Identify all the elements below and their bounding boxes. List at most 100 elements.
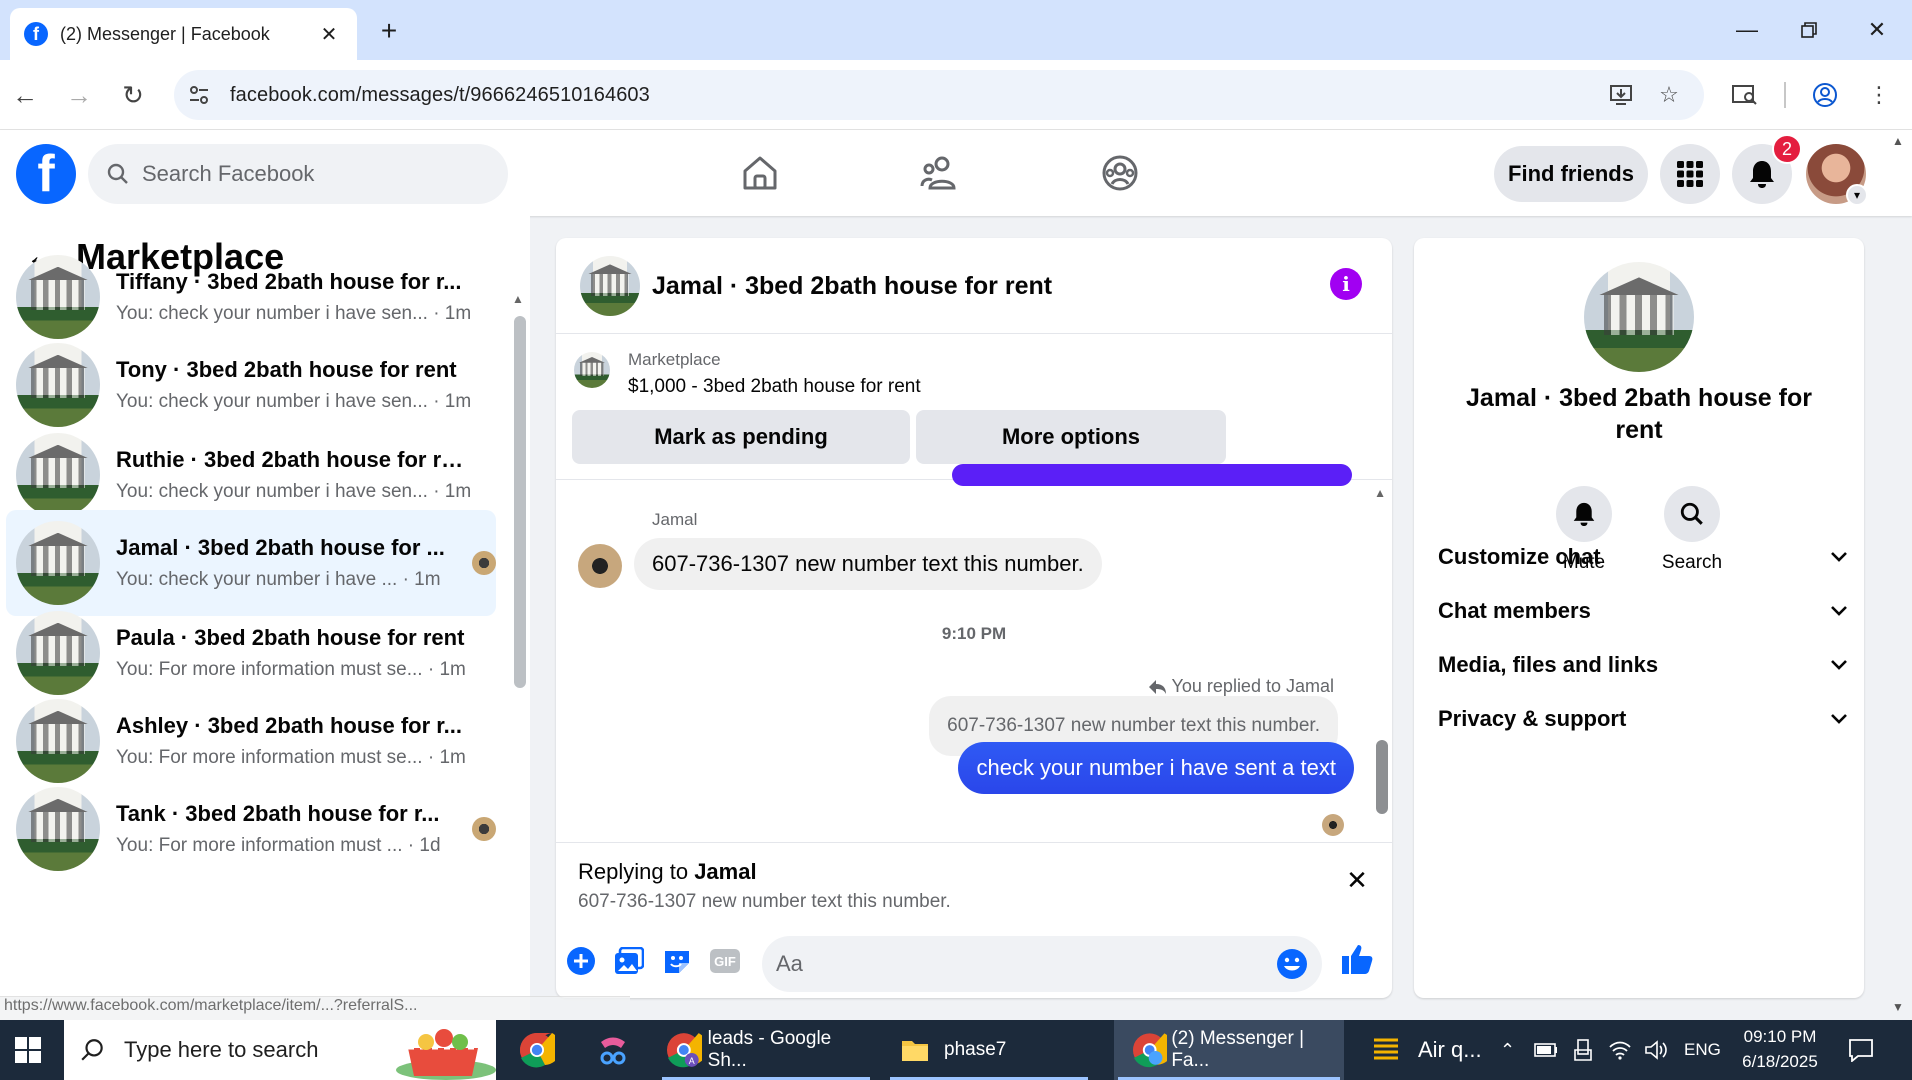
friends-icon[interactable] (910, 148, 970, 198)
home-icon[interactable] (730, 148, 790, 198)
air-quality-icon (1374, 1038, 1398, 1060)
device-icon[interactable] (1574, 1020, 1592, 1080)
conversation-item[interactable]: Tank · 3bed 2bath house for r... You: For… (6, 776, 496, 882)
conversation-avatar (16, 611, 100, 695)
wifi-icon[interactable] (1608, 1020, 1632, 1080)
back-button[interactable]: ← (4, 74, 46, 116)
chrome-profile-icon (1132, 1033, 1168, 1068)
browser-menu-icon[interactable]: ⋮ (1862, 78, 1896, 112)
taskbar-sheets-label: leads - Google Sh... (707, 1028, 832, 1071)
windows-taskbar: A leads - Google Sh... phase7 (2) Messen… (0, 1020, 1912, 1080)
details-avatar[interactable] (1584, 262, 1694, 372)
photo-icon[interactable] (612, 944, 646, 978)
profile-icon[interactable] (1808, 78, 1842, 112)
conversation-name: Ashley · 3bed 2bath house for r... (116, 713, 462, 738)
clock-time: 09:10 PM (1743, 1027, 1817, 1046)
conversation-preview: You: For more information must se... · 1… (116, 659, 466, 680)
gif-icon[interactable]: GIF (708, 944, 742, 978)
browser-tab[interactable]: f (2) Messenger | Facebook ✕ (10, 8, 357, 60)
restore-button[interactable] (1784, 10, 1834, 50)
facebook-search-input[interactable] (142, 161, 482, 187)
taskbar-folder[interactable]: phase7 (886, 1020, 1092, 1080)
taskbar-search[interactable] (64, 1020, 496, 1080)
message-input[interactable] (762, 936, 1322, 992)
chat-avatar[interactable] (580, 256, 640, 316)
chevron-down-icon: ▾ (1846, 184, 1868, 206)
windows-start-icon[interactable] (0, 1020, 56, 1080)
svg-text:A: A (689, 1056, 695, 1066)
close-window-button[interactable]: ✕ (1852, 10, 1902, 50)
outgoing-message[interactable]: check your number i have sent a text (958, 742, 1354, 794)
minimize-button[interactable]: — (1722, 10, 1772, 50)
like-thumb-icon[interactable] (1340, 942, 1374, 976)
seen-receipt-avatar (1322, 814, 1344, 836)
conversation-avatar (16, 787, 100, 871)
site-info-icon[interactable] (188, 84, 210, 106)
forward-button[interactable]: → (58, 74, 100, 116)
message-composer: GIF (556, 926, 1392, 998)
language-indicator[interactable]: ENG (1684, 1020, 1721, 1080)
install-app-icon[interactable] (1604, 78, 1638, 112)
groups-icon[interactable] (1090, 148, 1150, 198)
chrome-taskbar-icon[interactable] (514, 1020, 560, 1080)
emoji-icon[interactable] (1276, 948, 1308, 980)
replied-label: You replied to Jamal (1148, 676, 1334, 697)
reply-bar-quote: 607-736-1307 new number text this number… (578, 891, 951, 912)
taskbar-messenger[interactable]: (2) Messenger | Fa... (1114, 1020, 1344, 1080)
taskbar-search-input[interactable] (124, 1037, 374, 1063)
mark-as-pending-button[interactable]: Mark as pending (572, 410, 910, 464)
page-scroll-up-arrow[interactable]: ▲ (1892, 134, 1904, 148)
chat-title[interactable]: Jamal · 3bed 2bath house for rent (652, 272, 1052, 301)
marketplace-listing-card: Marketplace $1,000 - 3bed 2bath house fo… (556, 334, 1392, 480)
info-icon[interactable]: i (1330, 268, 1362, 300)
taskbar-google-sheets[interactable]: A leads - Google Sh... (658, 1020, 874, 1080)
details-section-row[interactable]: Customize chat (1438, 532, 1848, 582)
reload-button[interactable]: ↻ (112, 74, 154, 116)
facebook-search[interactable] (88, 144, 508, 204)
conversation-preview: You: check your number i have sen... · 1… (116, 391, 472, 412)
svg-text:GIF: GIF (714, 954, 736, 969)
sender-avatar[interactable] (578, 544, 622, 588)
details-section-row[interactable]: Media, files and links (1438, 640, 1848, 690)
sticker-icon[interactable] (660, 944, 694, 978)
sidebar-scrollbar[interactable] (514, 316, 526, 688)
message-text-field[interactable] (776, 951, 1246, 977)
tab-close-icon[interactable]: ✕ (315, 20, 343, 48)
menu-grid-icon[interactable] (1660, 144, 1720, 204)
taskbar-messenger-label: (2) Messenger | Fa... (1171, 1028, 1305, 1071)
more-options-button[interactable]: More options (916, 410, 1226, 464)
tab-search-icon[interactable] (1728, 78, 1762, 112)
scroll-up-arrow[interactable]: ▲ (1374, 486, 1386, 500)
details-section-row[interactable]: Privacy & support (1438, 694, 1848, 744)
plus-circle-icon[interactable] (564, 944, 598, 978)
new-tab-button[interactable]: + (372, 14, 406, 48)
details-section-row[interactable]: Chat members (1438, 586, 1848, 636)
listing-source: Marketplace (628, 350, 721, 369)
volume-icon[interactable] (1644, 1020, 1668, 1080)
air-quality-widget[interactable]: Air q... (1370, 1020, 1490, 1080)
conversation-text: Tank · 3bed 2bath house for r... You: For… (116, 801, 460, 857)
chat-scrollbar[interactable] (1376, 740, 1388, 814)
previous-message-bubble[interactable] (952, 464, 1352, 486)
find-friends-button[interactable]: Find friends (1494, 146, 1648, 202)
incoming-message[interactable]: 607-736-1307 new number text this number… (634, 538, 1102, 590)
notification-center-icon[interactable] (1848, 1020, 1874, 1080)
bookmark-star-icon[interactable]: ☆ (1652, 78, 1686, 112)
facebook-logo-icon[interactable]: f (16, 144, 76, 204)
listing-thumbnail[interactable] (574, 352, 610, 388)
conversation-name: Tiffany · 3bed 2bath house for r... (116, 269, 462, 294)
chevron-up-icon[interactable]: ⌃ (1500, 1020, 1520, 1080)
chat-details-panel: Jamal · 3bed 2bath house for rent Mute S… (1414, 238, 1864, 998)
taskbar-clock[interactable]: 09:10 PM 6/18/2025 (1732, 1024, 1828, 1074)
scroll-up-arrow[interactable]: ▲ (512, 292, 528, 308)
close-reply-icon[interactable]: ✕ (1342, 865, 1372, 895)
chevron-down-icon (1830, 713, 1848, 725)
account-avatar[interactable]: ▾ (1806, 144, 1868, 206)
conversation-preview: You: For more information must ... · 1d (116, 835, 441, 856)
battery-icon[interactable] (1534, 1020, 1558, 1080)
search-icon (107, 163, 128, 184)
page-scroll-down-arrow[interactable]: ▼ (1892, 1000, 1904, 1014)
snipping-tool-icon[interactable] (590, 1020, 636, 1080)
listing-item[interactable]: $1,000 - 3bed 2bath house for rent (628, 376, 921, 398)
address-bar[interactable]: facebook.com/messages/t/9666246510164603 (174, 70, 1704, 120)
